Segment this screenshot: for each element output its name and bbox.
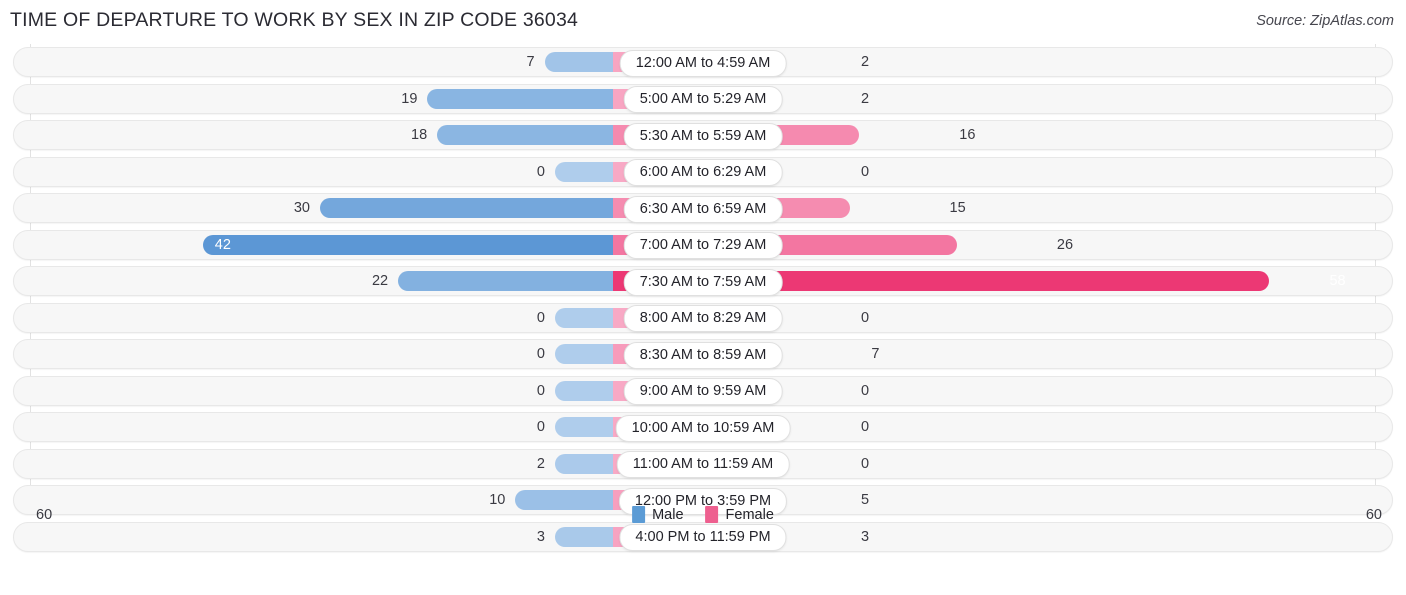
category-label: 7:30 AM to 7:59 AM xyxy=(623,268,783,296)
category-label: 6:30 AM to 6:59 AM xyxy=(623,195,783,223)
bar-row: 0 0 8:00 AM to 8:29 AM xyxy=(0,302,1406,333)
value-label-female: 0 xyxy=(861,455,870,472)
bar-row: 0 0 9:00 AM to 9:59 AM xyxy=(0,375,1406,406)
legend-label-female: Female xyxy=(725,506,774,523)
bar-row: 18 16 5:30 AM to 5:59 AM xyxy=(0,120,1406,150)
value-label-male: 18 xyxy=(411,127,428,143)
category-label: 12:00 AM to 4:59 AM xyxy=(619,49,787,77)
value-label-male: 0 xyxy=(536,382,545,399)
legend-swatch-female-icon xyxy=(705,506,719,523)
bar-row: 0 0 6:00 AM to 6:29 AM xyxy=(0,156,1406,187)
value-label-male: 7 xyxy=(526,54,535,70)
value-label-male: 22 xyxy=(371,273,389,289)
legend: Male Female xyxy=(632,506,774,523)
chart-header: TIME OF DEPARTURE TO WORK BY SEX IN ZIP … xyxy=(0,0,1406,44)
value-label-male: 19 xyxy=(401,90,418,107)
source-attribution: Source: ZipAtlas.com xyxy=(1256,13,1394,29)
page-title: TIME OF DEPARTURE TO WORK BY SEX IN ZIP … xyxy=(10,9,579,31)
bar-row: 19 2 5:00 AM to 5:29 AM xyxy=(0,83,1406,114)
value-label-male: 0 xyxy=(536,346,545,362)
bar-row: 0 0 10:00 AM to 10:59 AM xyxy=(0,412,1406,442)
bar-row: 0 7 8:30 AM to 8:59 AM xyxy=(0,339,1406,369)
category-label: 9:00 AM to 9:59 AM xyxy=(623,378,783,405)
legend-label-male: Male xyxy=(652,506,684,523)
legend-swatch-male-icon xyxy=(632,506,646,523)
value-label-female: 7 xyxy=(871,346,880,362)
value-label-male: 42 xyxy=(214,236,231,253)
value-label-female: 58 xyxy=(1329,273,1346,289)
bar-row: 30 15 6:30 AM to 6:59 AM xyxy=(0,193,1406,223)
value-label-male: 0 xyxy=(536,419,545,435)
category-label: 10:00 AM to 10:59 AM xyxy=(615,414,791,442)
value-label-female: 15 xyxy=(949,200,966,216)
legend-item-male[interactable]: Male xyxy=(632,506,684,523)
bar-row: 7 2 12:00 AM to 4:59 AM xyxy=(0,47,1406,77)
chart-footer: 60 60 Male Female xyxy=(0,503,1406,549)
category-label: 5:30 AM to 5:59 AM xyxy=(623,122,783,150)
axis-max-left: 60 xyxy=(36,507,53,523)
value-label-female: 16 xyxy=(959,127,976,143)
value-label-female: 0 xyxy=(861,382,870,399)
value-label-male: 30 xyxy=(293,200,310,216)
value-label-female: 26 xyxy=(1056,236,1074,253)
value-label-female: 0 xyxy=(861,419,870,435)
bar-rows-container: 7 2 12:00 AM to 4:59 AM 19 2 5:00 AM to 5:29 … xyxy=(0,47,1406,558)
chart-plot-area: 7 2 12:00 AM to 4:59 AM 19 2 5:00 AM to 5:29 … xyxy=(0,44,1406,552)
category-label: 8:30 AM to 8:59 AM xyxy=(623,341,783,369)
category-label: 8:00 AM to 8:29 AM xyxy=(623,305,783,332)
value-label-female: 2 xyxy=(861,54,870,70)
value-label-male: 0 xyxy=(536,163,545,180)
value-label-female: 0 xyxy=(861,309,870,326)
value-label-female: 2 xyxy=(861,90,870,107)
value-label-female: 0 xyxy=(861,163,870,180)
category-label: 5:00 AM to 5:29 AM xyxy=(623,86,783,113)
category-label: 11:00 AM to 11:59 AM xyxy=(616,451,790,478)
bar-row: 22 58 7:30 AM to 7:59 AM xyxy=(0,266,1406,296)
axis-max-right: 60 xyxy=(1365,507,1382,523)
value-label-male: 2 xyxy=(536,455,545,472)
legend-item-female[interactable]: Female xyxy=(705,506,774,523)
bar-row: 2 0 11:00 AM to 11:59 AM xyxy=(0,448,1406,479)
value-label-male: 0 xyxy=(536,309,545,326)
category-label: 7:00 AM to 7:29 AM xyxy=(623,232,783,259)
bar-row: 42 26 7:00 AM to 7:29 AM xyxy=(0,229,1406,260)
category-label: 6:00 AM to 6:29 AM xyxy=(623,159,783,186)
